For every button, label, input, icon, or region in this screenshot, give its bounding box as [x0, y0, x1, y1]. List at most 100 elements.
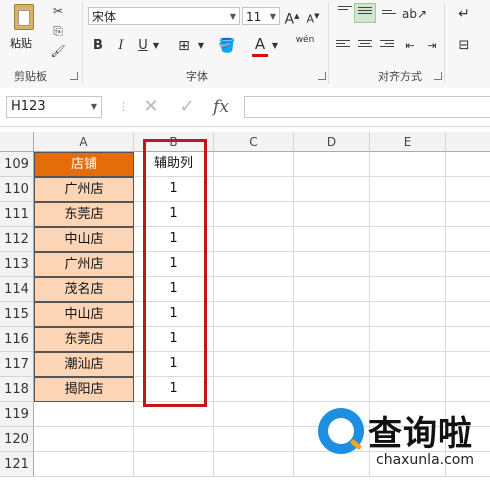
orientation-icon[interactable]: ab↗: [402, 4, 427, 24]
borders-icon[interactable]: ⊞: [176, 36, 192, 56]
format-painter-icon[interactable]: 🖌: [48, 42, 68, 60]
row-header[interactable]: 121: [0, 452, 34, 477]
empty-cell[interactable]: [294, 252, 370, 277]
empty-cell[interactable]: [446, 202, 490, 227]
enter-icon[interactable]: ✓: [176, 96, 198, 118]
bottom-align-icon[interactable]: [382, 10, 396, 22]
empty-cell[interactable]: [294, 227, 370, 252]
empty-cell[interactable]: [370, 202, 446, 227]
row-header[interactable]: 117: [0, 352, 34, 377]
empty-cell[interactable]: [446, 252, 490, 277]
empty-cell[interactable]: [214, 302, 294, 327]
empty-cell[interactable]: [214, 427, 294, 452]
empty-cell[interactable]: [446, 377, 490, 402]
store-cell[interactable]: 潮汕店: [34, 352, 134, 377]
wrap-text-icon[interactable]: ↵: [454, 4, 474, 24]
empty-cell[interactable]: [294, 152, 370, 177]
store-cell[interactable]: 茂名店: [34, 277, 134, 302]
empty-cell[interactable]: [446, 352, 490, 377]
column-header-d[interactable]: D: [294, 132, 370, 152]
empty-cell[interactable]: [134, 427, 214, 452]
phonetic-guide-button[interactable]: wén: [292, 33, 318, 53]
row-header[interactable]: 120: [0, 427, 34, 452]
store-cell[interactable]: 广州店: [34, 177, 134, 202]
cut-icon[interactable]: ✂: [48, 2, 68, 20]
empty-cell[interactable]: [370, 327, 446, 352]
empty-cell[interactable]: [214, 327, 294, 352]
row-header[interactable]: 114: [0, 277, 34, 302]
store-cell[interactable]: 中山店: [34, 302, 134, 327]
row-header[interactable]: 118: [0, 377, 34, 402]
row-header[interactable]: 113: [0, 252, 34, 277]
empty-cell[interactable]: [294, 177, 370, 202]
increase-indent-icon[interactable]: ⇥: [424, 36, 440, 56]
empty-cell[interactable]: [294, 327, 370, 352]
store-cell[interactable]: 揭阳店: [34, 377, 134, 402]
empty-cell[interactable]: [370, 177, 446, 202]
formula-input[interactable]: [244, 96, 490, 118]
row-header[interactable]: 112: [0, 227, 34, 252]
column-header-e[interactable]: E: [370, 132, 446, 152]
row-header[interactable]: 109: [0, 152, 34, 177]
empty-cell[interactable]: [446, 177, 490, 202]
empty-cell[interactable]: [34, 452, 134, 477]
alignment-dialog-launcher[interactable]: [434, 72, 442, 80]
grow-font-button[interactable]: A▲: [284, 6, 300, 28]
empty-cell[interactable]: [214, 152, 294, 177]
column-header-a[interactable]: A: [34, 132, 134, 152]
empty-cell[interactable]: [370, 352, 446, 377]
store-cell[interactable]: 中山店: [34, 227, 134, 252]
header-cell-store[interactable]: 店铺: [34, 152, 134, 177]
row-header[interactable]: 115: [0, 302, 34, 327]
empty-cell[interactable]: [446, 302, 490, 327]
empty-cell[interactable]: [446, 152, 490, 177]
font-name-combo[interactable]: 宋体 ▼: [88, 7, 240, 25]
empty-cell[interactable]: [214, 452, 294, 477]
empty-cell[interactable]: [294, 277, 370, 302]
font-color-button[interactable]: A: [252, 34, 268, 57]
empty-cell[interactable]: [370, 152, 446, 177]
empty-cell[interactable]: [446, 277, 490, 302]
clipboard-dialog-launcher[interactable]: [70, 72, 78, 80]
font-size-combo[interactable]: 11 ▼: [242, 7, 280, 25]
empty-cell[interactable]: [34, 427, 134, 452]
store-cell[interactable]: 东莞店: [34, 202, 134, 227]
store-cell[interactable]: 广州店: [34, 252, 134, 277]
select-all-corner[interactable]: [0, 132, 34, 152]
paste-button[interactable]: 粘贴: [6, 2, 42, 50]
row-header[interactable]: 111: [0, 202, 34, 227]
copy-icon[interactable]: ⎘: [48, 22, 68, 40]
empty-cell[interactable]: [214, 252, 294, 277]
column-header-c[interactable]: C: [214, 132, 294, 152]
empty-cell[interactable]: [214, 277, 294, 302]
empty-cell[interactable]: [214, 177, 294, 202]
empty-cell[interactable]: [294, 352, 370, 377]
row-header[interactable]: 116: [0, 327, 34, 352]
font-dialog-launcher[interactable]: [318, 72, 326, 80]
insert-function-icon[interactable]: fx: [210, 96, 232, 118]
empty-cell[interactable]: [134, 452, 214, 477]
italic-button[interactable]: I: [114, 36, 128, 56]
empty-cell[interactable]: [446, 327, 490, 352]
store-cell[interactable]: 东莞店: [34, 327, 134, 352]
align-left-icon[interactable]: [336, 40, 350, 52]
chevron-down-icon[interactable]: ▼: [151, 36, 161, 56]
bold-button[interactable]: B: [90, 36, 106, 56]
middle-align-button[interactable]: [354, 3, 376, 23]
merge-center-icon[interactable]: ⊟: [454, 36, 474, 56]
row-header[interactable]: 110: [0, 177, 34, 202]
empty-cell[interactable]: [294, 202, 370, 227]
empty-cell[interactable]: [446, 227, 490, 252]
empty-cell[interactable]: [294, 377, 370, 402]
empty-cell[interactable]: [214, 402, 294, 427]
empty-cell[interactable]: [214, 202, 294, 227]
empty-cell[interactable]: [370, 302, 446, 327]
top-align-icon[interactable]: [338, 6, 352, 18]
cancel-icon[interactable]: ✕: [140, 96, 162, 118]
empty-cell[interactable]: [214, 377, 294, 402]
chevron-down-icon[interactable]: ▼: [196, 36, 206, 56]
decrease-indent-icon[interactable]: ⇤: [402, 36, 418, 56]
empty-cell[interactable]: [370, 377, 446, 402]
column-header-f[interactable]: [446, 132, 490, 152]
row-header[interactable]: 119: [0, 402, 34, 427]
